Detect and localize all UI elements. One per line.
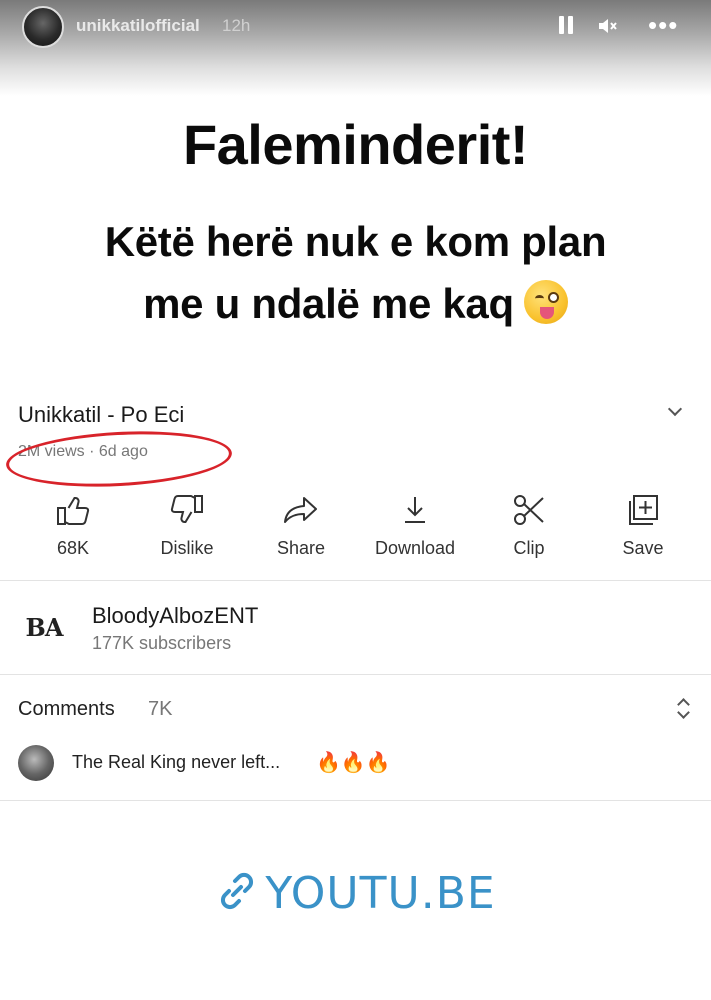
headline-line-3: me u ndalë me kaq <box>0 280 711 328</box>
divider <box>0 580 711 581</box>
save-button[interactable]: Save <box>588 492 698 559</box>
headline-line-2: Këtë herë nuk e kom plan <box>104 218 607 265</box>
dislike-label: Dislike <box>160 538 214 558</box>
divider <box>0 800 711 801</box>
share-button[interactable]: Share <box>246 492 356 559</box>
add-to-playlist-icon <box>588 492 698 528</box>
dislike-button[interactable]: Dislike <box>132 492 242 559</box>
clip-label: Clip <box>513 538 545 558</box>
scissors-icon <box>474 492 584 528</box>
comments-label[interactable]: Comments <box>18 698 115 721</box>
thumbs-down-icon <box>132 492 242 528</box>
chevron-down-icon[interactable] <box>668 404 682 418</box>
divider <box>0 674 711 675</box>
more-icon[interactable]: ••• <box>648 10 678 41</box>
story-username[interactable]: unikkatilofficial <box>76 16 200 36</box>
channel-name[interactable]: BloodyAlbozENT <box>92 603 258 629</box>
headline-line-1: Faleminderit! <box>182 113 529 176</box>
channel-subscribers: 177K subscribers <box>92 633 232 653</box>
link-icon <box>215 869 259 918</box>
link-text[interactable]: YOUTU.BE <box>265 868 495 919</box>
headline-line-3-text: me u ndalë me kaq <box>143 280 514 327</box>
expand-collapse-icon[interactable] <box>676 694 690 724</box>
video-title[interactable]: Unikkatil - Po Eci <box>18 402 184 428</box>
comments-count: 7K <box>148 698 173 720</box>
like-count: 68K <box>56 538 90 558</box>
link-sticker[interactable]: YOUTU.BE <box>0 868 711 919</box>
fire-emoji-icon: 🔥🔥🔥 <box>316 752 391 774</box>
download-button[interactable]: Download <box>360 492 470 559</box>
share-label: Share <box>276 538 326 558</box>
download-icon <box>360 492 470 528</box>
action-bar: 68K Dislike Share Download Clip Save <box>0 492 711 562</box>
winking-tongue-emoji-icon <box>523 280 568 324</box>
save-label: Save <box>622 538 664 558</box>
story-time: 12h <box>222 16 251 35</box>
channel-logo[interactable]: BA <box>16 602 72 654</box>
like-button[interactable]: 68K <box>18 492 128 559</box>
pause-icon[interactable] <box>556 14 576 36</box>
story-avatar[interactable] <box>22 6 64 48</box>
clip-button[interactable]: Clip <box>474 492 584 559</box>
share-icon <box>246 492 356 528</box>
top-comment-text[interactable]: The Real King never left... <box>72 752 280 773</box>
commenter-avatar <box>18 745 54 781</box>
download-label: Download <box>374 538 456 558</box>
thumbs-up-icon <box>18 492 128 528</box>
mute-icon[interactable] <box>596 14 620 43</box>
red-circle-annotation <box>4 426 234 492</box>
